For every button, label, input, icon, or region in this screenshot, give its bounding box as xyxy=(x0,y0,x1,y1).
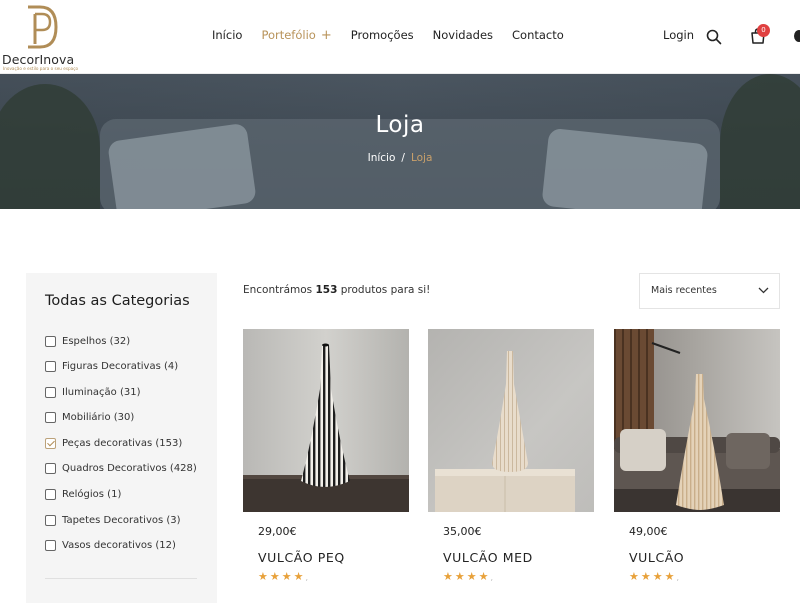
account-icon[interactable] xyxy=(794,30,800,42)
category-item-tapetes-decorativos[interactable]: Tapetes Decorativos (3) xyxy=(45,513,181,527)
star-icons: ★★★★ xyxy=(629,570,677,583)
results-suffix: produtos para si! xyxy=(340,284,431,296)
checkbox[interactable] xyxy=(45,335,56,347)
star-rating: ★★★★, xyxy=(443,570,493,583)
empty-star-icon: , xyxy=(490,573,493,582)
product-name[interactable]: VULCÃO PEQ xyxy=(258,550,345,565)
plus-icon: + xyxy=(320,28,332,43)
product-card-vulcao-med[interactable]: 35,00€ VULCÃO MED ★★★★, xyxy=(428,329,594,601)
product-name[interactable]: VULCÃO xyxy=(629,550,684,565)
category-label: Tapetes Decorativos (3) xyxy=(62,514,181,526)
nav-label: Promoções xyxy=(350,28,414,42)
empty-star-icon: , xyxy=(676,573,679,582)
login-link[interactable]: Login xyxy=(663,28,694,42)
search-icon[interactable] xyxy=(706,29,722,45)
nav-item-portefolio[interactable]: Portefólio + xyxy=(261,28,331,43)
category-item-iluminacao[interactable]: Iluminação (31) xyxy=(45,385,141,399)
category-item-mobiliario[interactable]: Mobiliário (30) xyxy=(45,410,134,424)
chevron-down-icon xyxy=(758,287,769,294)
brand-tagline: Inovação e estilo para o seu espaço xyxy=(3,66,79,71)
site-header: DecorInova Inovação e estilo para o seu … xyxy=(0,0,800,74)
category-item-espelhos[interactable]: Espelhos (32) xyxy=(45,334,130,348)
nav-item-promocoes[interactable]: Promoções xyxy=(351,28,414,43)
category-label: Iluminação (31) xyxy=(62,386,141,398)
product-price: 29,00€ xyxy=(258,525,297,538)
brand-name: DecorInova xyxy=(2,52,75,67)
nav-label: Início xyxy=(212,28,243,42)
cart-count-badge: 0 xyxy=(757,24,770,37)
results-count: 153 xyxy=(315,284,338,296)
sidebar-title: Todas as Categorias xyxy=(45,293,190,309)
category-item-pecas-decorativas[interactable]: Peças decorativas (153) xyxy=(45,436,182,450)
checkbox[interactable] xyxy=(45,514,56,526)
nav-item-novidades[interactable]: Novidades xyxy=(433,28,493,43)
product-card-vulcao[interactable]: 49,00€ VULCÃO ★★★★, xyxy=(614,329,780,601)
category-label: Espelhos (32) xyxy=(62,335,131,347)
category-label: Figuras Decorativas (4) xyxy=(62,360,179,372)
star-icons: ★★★★ xyxy=(258,570,306,583)
nav-item-inicio[interactable]: Início xyxy=(212,28,242,43)
category-label: Mobiliário (30) xyxy=(62,411,135,423)
breadcrumb-home[interactable]: Início xyxy=(368,152,396,164)
product-image[interactable] xyxy=(614,329,780,512)
nav-label: Novidades xyxy=(432,28,494,42)
checkbox[interactable] xyxy=(45,411,56,423)
results-prefix: Encontrámos xyxy=(243,284,313,296)
brand-logo[interactable]: DecorInova Inovação e estilo para o seu … xyxy=(2,4,92,72)
logo-mark-icon xyxy=(28,5,58,49)
star-rating: ★★★★, xyxy=(258,570,308,583)
category-item-vasos-decorativos[interactable]: Vasos decorativos (12) xyxy=(45,538,176,552)
checkbox[interactable] xyxy=(45,360,56,372)
category-label: Quadros Decorativos (428) xyxy=(62,462,197,474)
page-title: Loja xyxy=(375,112,425,138)
checkbox[interactable] xyxy=(45,386,56,398)
product-card-vulcao-peq[interactable]: 29,00€ VULCÃO PEQ ★★★★, xyxy=(243,329,409,601)
star-icons: ★★★★ xyxy=(443,570,491,583)
vase-image xyxy=(243,329,409,512)
sort-select[interactable]: Mais recentes xyxy=(639,273,780,309)
vase-image xyxy=(428,329,594,512)
checkbox[interactable] xyxy=(45,462,56,474)
checkbox[interactable] xyxy=(45,488,56,500)
checkbox[interactable] xyxy=(45,539,56,551)
nav-item-contacto[interactable]: Contacto xyxy=(512,28,564,43)
nav-label: Portefólio xyxy=(261,28,316,42)
nav-label: Contacto xyxy=(512,28,564,42)
sidebar-divider xyxy=(45,578,197,579)
checkbox-checked[interactable] xyxy=(45,437,56,449)
vase-image xyxy=(614,329,780,512)
category-label: Vasos decorativos (12) xyxy=(62,539,176,551)
breadcrumb: Início / Loja xyxy=(0,152,800,164)
category-sidebar: Todas as Categorias Espelhos (32) Figura… xyxy=(26,273,217,603)
page-banner: Loja Início / Loja xyxy=(0,74,800,209)
category-label: Peças decorativas (153) xyxy=(62,437,183,449)
category-item-figuras-decorativas[interactable]: Figuras Decorativas (4) xyxy=(45,359,178,373)
results-count-text: Encontrámos 153 produtos para si! xyxy=(243,284,430,296)
category-item-relogios[interactable]: Relógios (1) xyxy=(45,487,121,501)
main-nav: Início Portefólio + Promoções Novidades C… xyxy=(212,28,564,43)
product-image[interactable] xyxy=(428,329,594,512)
category-item-quadros-decorativos[interactable]: Quadros Decorativos (428) xyxy=(45,461,197,475)
star-rating: ★★★★, xyxy=(629,570,679,583)
product-price: 35,00€ xyxy=(443,525,482,538)
sort-selected-label: Mais recentes xyxy=(651,285,717,296)
category-label: Relógios (1) xyxy=(62,488,122,500)
breadcrumb-current: Loja xyxy=(410,152,433,164)
product-price: 49,00€ xyxy=(629,525,668,538)
product-image[interactable] xyxy=(243,329,409,512)
empty-star-icon: , xyxy=(305,573,308,582)
breadcrumb-separator: / xyxy=(401,152,405,164)
product-name[interactable]: VULCÃO MED xyxy=(443,550,533,565)
